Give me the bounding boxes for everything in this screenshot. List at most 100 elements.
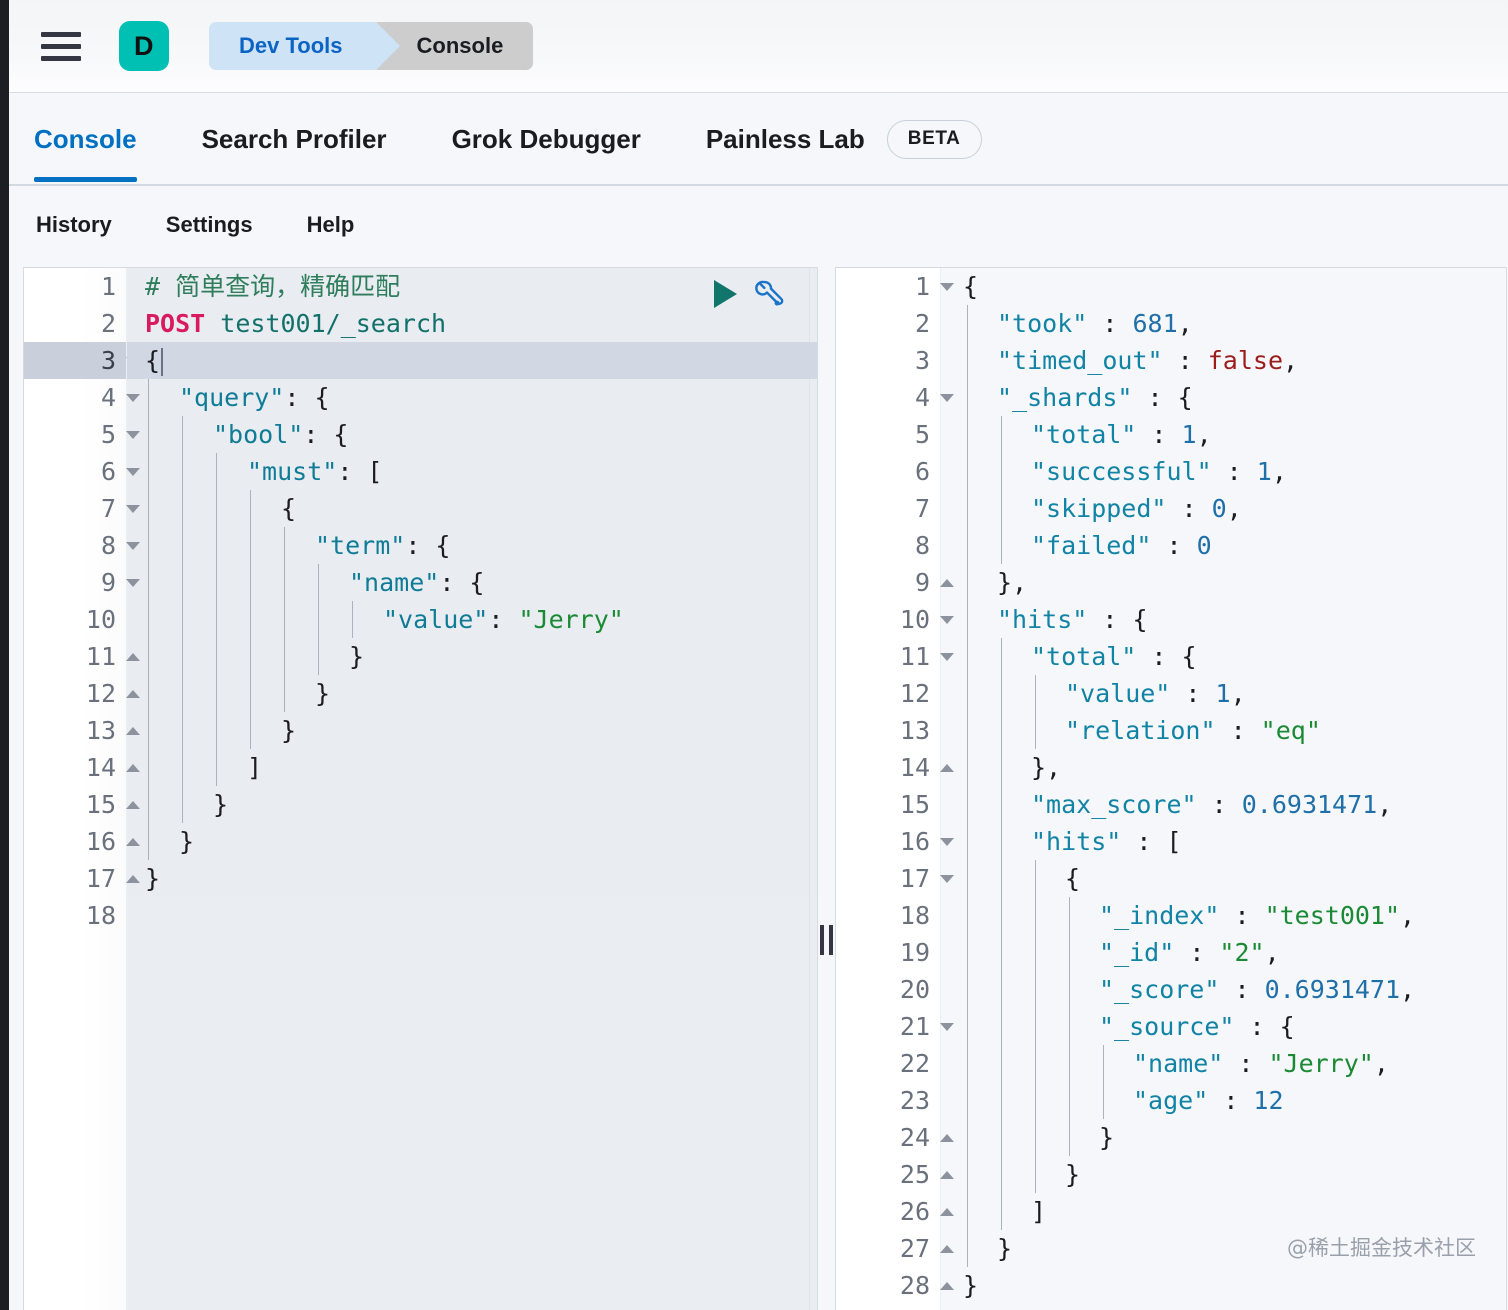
editor-line-number[interactable]: 12 [24,675,126,712]
editor-code-line[interactable]: } [127,860,817,897]
tab-search-profiler[interactable]: Search Profiler [202,93,387,186]
response-line-number[interactable]: 8 [836,527,940,564]
editor-line-number[interactable]: 4 [24,379,126,416]
response-line-number[interactable]: 14 [836,749,940,786]
response-line-number[interactable]: 24 [836,1119,940,1156]
indent-guide [1001,712,1002,749]
editor-code-line[interactable]: "query": { [127,379,817,416]
indent-guide [1069,1082,1070,1119]
editor-code-line[interactable]: ] [127,749,817,786]
editor-code-line[interactable]: } [127,638,817,675]
response-line-number[interactable]: 4 [836,379,940,416]
response-line-number[interactable]: 28 [836,1267,940,1304]
pane-resize-handle[interactable] [818,923,834,957]
editor-code-line[interactable]: { [127,342,817,379]
response-line-text: "value" : 1, [941,675,1246,712]
submenu-settings[interactable]: Settings [166,212,253,238]
indent-guide [148,749,149,786]
tab-console[interactable]: Console [34,93,137,186]
response-line-number[interactable]: 25 [836,1156,940,1193]
response-lines[interactable]: {"took" : 681,"timed_out" : false,"_shar… [941,268,1506,1310]
editor-line-number[interactable]: 17 [24,860,126,897]
indent-guide [967,1045,968,1082]
editor-lines[interactable]: # 简单查询，精确匹配POST test001/_search{"query":… [127,268,817,1310]
editor-code-line[interactable]: } [127,823,817,860]
response-line-number[interactable]: 13 [836,712,940,749]
editor-code-line[interactable]: } [127,712,817,749]
response-line-number[interactable]: 5 [836,416,940,453]
response-line-number[interactable]: 15 [836,786,940,823]
indent-guide [967,601,968,638]
editor-code-line[interactable]: } [127,786,817,823]
response-line-number[interactable]: 19 [836,934,940,971]
editor-gutter[interactable]: 123456789101112131415161718 [24,268,127,1310]
response-line-number[interactable]: 7 [836,490,940,527]
submenu-history[interactable]: History [36,212,112,238]
editor-line-number[interactable]: 13 [24,712,126,749]
response-line-number[interactable]: 3 [836,342,940,379]
tab-grok-debugger[interactable]: Grok Debugger [452,93,641,186]
editor-code-line[interactable]: "name": { [127,564,817,601]
editor-line-number[interactable]: 14 [24,749,126,786]
editor-line-number[interactable]: 16 [24,823,126,860]
editor-code-line[interactable]: "bool": { [127,416,817,453]
indent-guide [148,453,149,490]
indent-guide [967,934,968,971]
response-line-number[interactable]: 18 [836,897,940,934]
response-gutter[interactable]: 1234567891011121314151617181920212223242… [836,268,941,1310]
editor-line-number[interactable]: 1 [24,268,126,305]
response-line-number[interactable]: 6 [836,453,940,490]
tab-search-profiler-label: Search Profiler [202,124,387,155]
editor-code-line[interactable]: { [127,490,817,527]
response-line-number[interactable]: 16 [836,823,940,860]
response-editor[interactable]: 1234567891011121314151617181920212223242… [836,268,1506,1310]
request-editor-pane[interactable]: 123456789101112131415161718 # 简单查询，精确匹配P… [23,267,818,1310]
editor-line-number[interactable]: 5 [24,416,126,453]
space-avatar[interactable]: D [119,21,169,71]
hamburger-menu-icon[interactable] [41,31,81,61]
response-line-number[interactable]: 11 [836,638,940,675]
response-line-number[interactable]: 10 [836,601,940,638]
response-line-number[interactable]: 1 [836,268,940,305]
response-line-number[interactable]: 27 [836,1230,940,1267]
submenu-help[interactable]: Help [307,212,355,238]
request-actions [714,277,785,311]
indent-guide [216,527,217,564]
response-code-line: "_score" : 0.6931471, [941,971,1506,1008]
response-line-number[interactable]: 2 [836,305,940,342]
request-editor[interactable]: 123456789101112131415161718 # 简单查询，精确匹配P… [24,268,817,1310]
editor-line-number[interactable]: 18 [24,897,126,934]
breadcrumb-console[interactable]: Console [377,22,534,70]
tab-painless-lab[interactable]: Painless Lab BETA [706,93,982,186]
response-line-number[interactable]: 22 [836,1045,940,1082]
editor-line-number[interactable]: 9 [24,564,126,601]
editor-line-number[interactable]: 15 [24,786,126,823]
response-code-line: "name" : "Jerry", [941,1045,1506,1082]
editor-code-line[interactable]: "must": [ [127,453,817,490]
response-line-number[interactable]: 17 [836,860,940,897]
response-pane[interactable]: 1234567891011121314151617181920212223242… [835,267,1507,1310]
editor-line-number[interactable]: 3 [24,342,126,379]
play-request-icon[interactable] [714,280,737,308]
editor-code-line[interactable]: } [127,675,817,712]
response-line-number[interactable]: 21 [836,1008,940,1045]
editor-code-line[interactable]: "term": { [127,527,817,564]
editor-line-number[interactable]: 2 [24,305,126,342]
response-line-number[interactable]: 26 [836,1193,940,1230]
response-line-number[interactable]: 9 [836,564,940,601]
editor-line-number[interactable]: 7 [24,490,126,527]
editor-line-number[interactable]: 6 [24,453,126,490]
breadcrumb-dev-tools[interactable]: Dev Tools [209,22,377,70]
editor-line-number[interactable]: 8 [24,527,126,564]
editor-code-line[interactable] [127,897,817,934]
response-line-number[interactable]: 23 [836,1082,940,1119]
response-line-number[interactable]: 20 [836,971,940,1008]
editor-line-number[interactable]: 11 [24,638,126,675]
editor-code-line[interactable]: "value": "Jerry" [127,601,817,638]
editor-line-text: "query": { [127,379,330,416]
indent-guide [216,601,217,638]
response-code-line: "successful" : 1, [941,453,1506,490]
editor-line-number[interactable]: 10 [24,601,126,638]
response-line-number[interactable]: 12 [836,675,940,712]
wrench-icon[interactable] [751,277,785,311]
